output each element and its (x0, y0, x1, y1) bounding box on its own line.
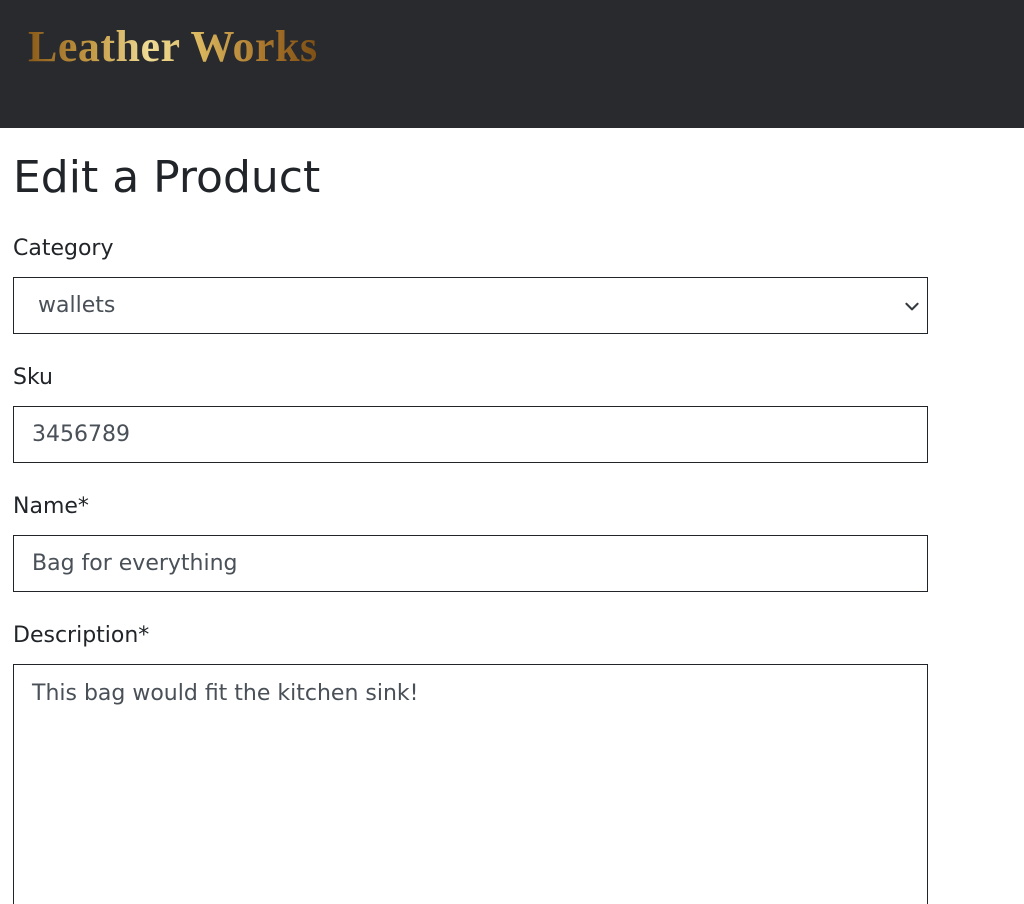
brand-logo-link[interactable]: Leather Works (28, 20, 318, 74)
category-selected-value: wallets (38, 293, 116, 318)
name-input[interactable] (13, 535, 928, 592)
sku-label: Sku (13, 365, 53, 390)
name-label: Name* (13, 494, 89, 519)
description-label: Description* (13, 623, 150, 648)
chevron-down-icon (905, 302, 919, 311)
sku-input[interactable] (13, 406, 928, 463)
category-select[interactable]: wallets (13, 277, 928, 334)
page-title: Edit a Product (13, 152, 321, 203)
category-label: Category (13, 236, 114, 261)
site-header: Leather Works (0, 0, 1024, 128)
description-textarea[interactable]: This bag would fit the kitchen sink! (13, 664, 928, 904)
